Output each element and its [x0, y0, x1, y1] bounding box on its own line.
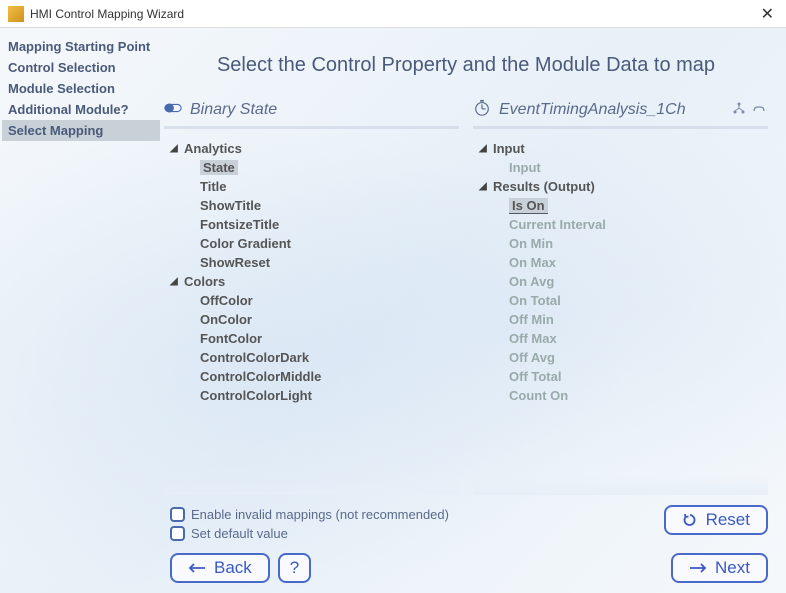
- tree-item-ctrlcolordark[interactable]: ControlColorDark: [200, 348, 455, 367]
- wizard-steps-sidebar: Mapping Starting Point Control Selection…: [0, 28, 160, 593]
- tree-item-on-max: On Max: [509, 253, 764, 272]
- sidebar-item-control-selection[interactable]: Control Selection: [2, 57, 160, 78]
- control-property-panel: Binary State ◢Analytics State Title Show…: [164, 99, 459, 495]
- tree-group-input[interactable]: ◢Input: [479, 139, 764, 158]
- tree-item-off-max: Off Max: [509, 329, 764, 348]
- control-property-title: Binary State: [190, 101, 457, 119]
- next-button[interactable]: Next: [671, 553, 768, 583]
- tree-item-oncolor[interactable]: OnColor: [200, 310, 455, 329]
- set-default-checkbox[interactable]: [170, 526, 185, 541]
- tree-item-offcolor[interactable]: OffColor: [200, 291, 455, 310]
- help-button[interactable]: ?: [278, 553, 311, 583]
- module-data-title: EventTimingAnalysis_1Ch: [499, 101, 724, 119]
- control-property-tree: ◢Analytics State Title ShowTitle Fontsiz…: [164, 129, 459, 495]
- tree-item-input: Input: [509, 158, 764, 177]
- hierarchy-icon[interactable]: [732, 101, 746, 118]
- link-icon[interactable]: [752, 101, 766, 118]
- arrow-left-icon: [188, 562, 206, 574]
- tree-group-analytics[interactable]: ◢Analytics: [170, 139, 455, 158]
- back-button-label: Back: [214, 558, 252, 578]
- tree-item-off-avg: Off Avg: [509, 348, 764, 367]
- tree-group-label: Analytics: [184, 141, 242, 156]
- sidebar-item-additional-module[interactable]: Additional Module?: [2, 99, 160, 120]
- tree-item-off-total: Off Total: [509, 367, 764, 386]
- tree-group-label: Colors: [184, 274, 225, 289]
- tree-item-colorgradient[interactable]: Color Gradient: [200, 234, 455, 253]
- tree-item-current-interval: Current Interval: [509, 215, 764, 234]
- enable-invalid-checkbox[interactable]: [170, 507, 185, 522]
- page-title: Select the Control Property and the Modu…: [164, 54, 768, 77]
- binary-state-icon: [164, 99, 182, 120]
- window-title: HMI Control Mapping Wizard: [30, 7, 757, 21]
- stopwatch-icon: [473, 99, 491, 120]
- tree-item-showtitle[interactable]: ShowTitle: [200, 196, 455, 215]
- tree-item-ctrlcolorlight[interactable]: ControlColorLight: [200, 386, 455, 405]
- tree-item-state[interactable]: State: [200, 158, 455, 177]
- arrow-right-icon: [689, 562, 707, 574]
- sidebar-item-starting-point[interactable]: Mapping Starting Point: [2, 36, 160, 57]
- tree-item-count-on: Count On: [509, 386, 764, 405]
- tree-group-label: Results (Output): [493, 179, 595, 194]
- help-button-label: ?: [290, 558, 299, 578]
- reset-icon: [682, 512, 698, 528]
- sidebar-item-module-selection[interactable]: Module Selection: [2, 78, 160, 99]
- sidebar-item-select-mapping[interactable]: Select Mapping: [2, 120, 160, 141]
- tree-item-is-on[interactable]: Is On: [509, 196, 764, 215]
- reset-button-label: Reset: [706, 510, 750, 530]
- app-icon: [8, 6, 24, 22]
- module-data-tree: ◢Input Input ◢Results (Output) Is On Cur…: [473, 129, 768, 495]
- enable-invalid-label: Enable invalid mappings (not recommended…: [191, 507, 449, 522]
- reset-button[interactable]: Reset: [664, 505, 768, 535]
- next-button-label: Next: [715, 558, 750, 578]
- tree-item-on-avg: On Avg: [509, 272, 764, 291]
- tree-item-fontcolor[interactable]: FontColor: [200, 329, 455, 348]
- back-button[interactable]: Back: [170, 553, 270, 583]
- titlebar: HMI Control Mapping Wizard ✕: [0, 0, 786, 28]
- tree-item-fontsize[interactable]: FontsizeTitle: [200, 215, 455, 234]
- tree-item-showreset[interactable]: ShowReset: [200, 253, 455, 272]
- tree-group-colors[interactable]: ◢Colors: [170, 272, 455, 291]
- set-default-label: Set default value: [191, 526, 288, 541]
- close-icon[interactable]: ✕: [757, 4, 778, 24]
- tree-item-title[interactable]: Title: [200, 177, 455, 196]
- tree-group-results[interactable]: ◢Results (Output): [479, 177, 764, 196]
- module-data-panel: EventTimingAnalysis_1Ch ◢Input Input ◢Re…: [473, 99, 768, 495]
- tree-item-off-min: Off Min: [509, 310, 764, 329]
- tree-group-label: Input: [493, 141, 525, 156]
- tree-item-on-total: On Total: [509, 291, 764, 310]
- tree-item-on-min: On Min: [509, 234, 764, 253]
- tree-item-ctrlcolormiddle[interactable]: ControlColorMiddle: [200, 367, 455, 386]
